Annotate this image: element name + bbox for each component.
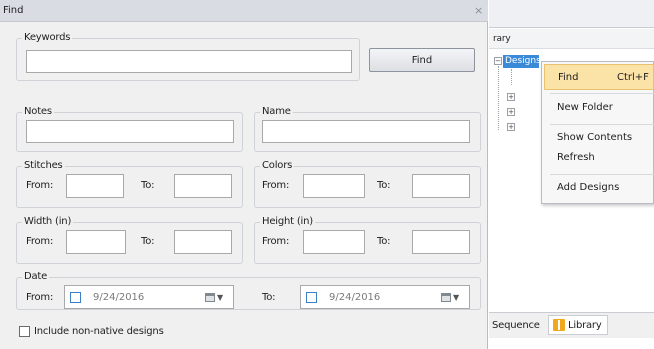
height-to-input[interactable] <box>412 230 470 254</box>
close-icon[interactable]: × <box>474 4 483 17</box>
stitches-to-label: To: <box>141 180 155 191</box>
dialog-title-bar[interactable]: Find × <box>0 0 488 22</box>
tree-collapse-icon[interactable]: − <box>494 57 502 65</box>
date-from-label: From: <box>26 292 54 303</box>
dialog-title: Find <box>3 5 24 16</box>
date-to-checkbox[interactable] <box>306 292 317 303</box>
colors-from-input[interactable] <box>303 174 365 198</box>
keywords-label: Keywords <box>22 32 73 43</box>
panel-header-text: rary <box>493 34 511 44</box>
tree-line <box>511 69 512 85</box>
date-from-picker[interactable]: 9/24/2016 ▼ <box>64 285 234 309</box>
tab-library[interactable]: Library <box>548 315 608 335</box>
calendar-icon[interactable] <box>205 293 215 302</box>
find-dialog: Find × Keywords Find Notes Name Stitches… <box>0 0 488 349</box>
tree-expand-icon[interactable]: + <box>507 123 515 131</box>
date-label: Date <box>22 271 50 282</box>
height-to-label: To: <box>377 236 391 247</box>
menu-separator <box>550 174 654 175</box>
tab-sequence[interactable]: Sequence <box>492 320 540 331</box>
menu-item-refresh[interactable]: Refresh <box>557 152 595 163</box>
menu-separator <box>550 93 654 94</box>
dropdown-arrow-icon[interactable]: ▼ <box>453 293 459 302</box>
height-from-input[interactable] <box>303 230 365 254</box>
menu-item-find[interactable]: Find Ctrl+F <box>544 64 654 90</box>
name-label: Name <box>260 106 293 117</box>
tree-expand-icon[interactable]: + <box>507 93 515 101</box>
dropdown-arrow-icon[interactable]: ▼ <box>217 293 223 302</box>
tree-line <box>498 66 499 130</box>
width-from-input[interactable] <box>66 230 126 254</box>
menu-item-new-folder[interactable]: New Folder <box>557 102 613 113</box>
include-non-native-label: Include non-native designs <box>34 326 164 337</box>
menu-separator <box>550 124 654 125</box>
stitches-from-input[interactable] <box>66 174 124 198</box>
width-to-label: To: <box>141 236 155 247</box>
date-from-checkbox[interactable] <box>70 292 81 303</box>
menu-item-find-label: Find <box>558 72 579 83</box>
colors-to-label: To: <box>377 180 391 191</box>
menu-item-find-shortcut: Ctrl+F <box>617 72 649 83</box>
menu-item-add-designs[interactable]: Add Designs <box>557 182 619 193</box>
find-button[interactable]: Find <box>369 48 475 72</box>
menu-item-show-contents[interactable]: Show Contents <box>557 132 632 143</box>
colors-from-label: From: <box>262 180 290 191</box>
date-to-picker[interactable]: 9/24/2016 ▼ <box>300 285 470 309</box>
include-non-native-checkbox[interactable] <box>19 326 30 337</box>
height-from-label: From: <box>262 236 290 247</box>
keywords-input[interactable] <box>26 50 352 73</box>
notes-input[interactable] <box>26 120 234 143</box>
date-from-value: 9/24/2016 <box>93 292 145 303</box>
width-label: Width (in) <box>22 216 74 227</box>
height-label: Height (in) <box>260 216 315 227</box>
stitches-to-input[interactable] <box>174 174 232 198</box>
stitches-label: Stitches <box>22 160 65 171</box>
tree-expand-icon[interactable]: + <box>507 108 515 116</box>
colors-label: Colors <box>260 160 295 171</box>
name-input[interactable] <box>262 120 470 143</box>
library-icon <box>553 319 565 331</box>
tab-library-label: Library <box>568 320 602 331</box>
panel-tabs: Sequence Library <box>489 312 654 338</box>
stitches-from-label: From: <box>26 180 54 191</box>
colors-to-input[interactable] <box>412 174 470 198</box>
panel-toolbar <box>489 0 654 28</box>
context-menu: Find Ctrl+F New Folder Show Contents Ref… <box>541 61 654 204</box>
date-to-label: To: <box>262 292 276 303</box>
date-to-value: 9/24/2016 <box>329 292 381 303</box>
width-from-label: From: <box>26 236 54 247</box>
tree-item-designs[interactable]: Designs <box>503 55 539 68</box>
panel-header: rary <box>489 29 654 49</box>
calendar-icon[interactable] <box>441 293 451 302</box>
notes-label: Notes <box>22 106 54 117</box>
width-to-input[interactable] <box>174 230 232 254</box>
